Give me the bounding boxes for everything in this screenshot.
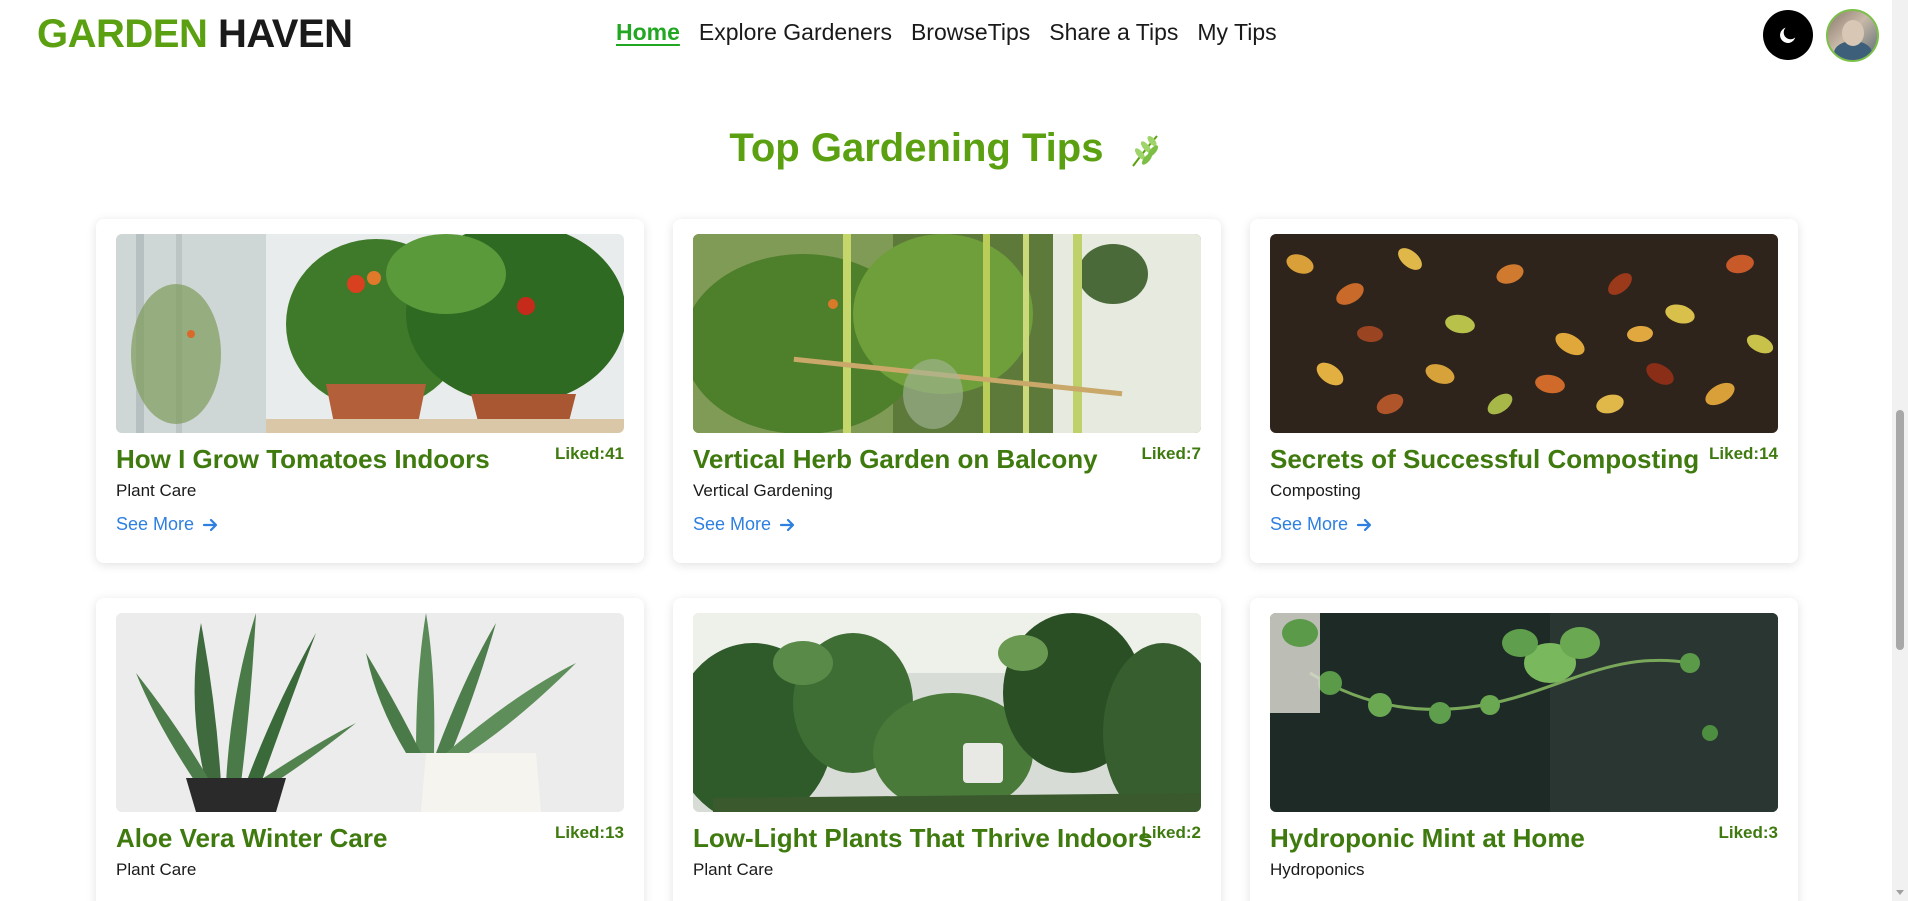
navbar: GARDEN HAVEN Home Explore Gardeners Brow… [0, 0, 1892, 72]
scrollbar-thumb[interactable] [1896, 410, 1904, 650]
tip-category: Plant Care [116, 860, 197, 879]
see-more-link[interactable]: See More [116, 514, 218, 535]
arrow-right-icon [779, 518, 795, 531]
logo-part-haven: HAVEN [217, 12, 353, 56]
tip-category: Vertical Gardening [693, 481, 833, 500]
nav-link-my-tips[interactable]: My Tips [1197, 19, 1276, 46]
see-more-link[interactable]: See More [1270, 514, 1372, 535]
likes-count: Liked:2 [1141, 823, 1201, 842]
arrow-right-icon [1356, 518, 1372, 531]
likes-count: Liked:7 [1141, 444, 1201, 463]
moon-icon [1780, 27, 1796, 43]
tip-category: Composting [1270, 481, 1361, 500]
tip-title[interactable]: Secrets of Successful Composting [1270, 444, 1699, 475]
main-nav: Home Explore Gardeners BrowseTips Share … [616, 19, 1277, 46]
site-logo[interactable]: GARDEN HAVEN [37, 12, 353, 57]
tip-title[interactable]: Hydroponic Mint at Home [1270, 823, 1585, 854]
tip-image-mint [1270, 613, 1778, 812]
logo-part-garden: GARDEN [37, 12, 208, 56]
likes-count: Liked:14 [1709, 444, 1778, 463]
likes-count: Liked:3 [1718, 823, 1778, 842]
section-title: Top Gardening Tips [0, 126, 1892, 171]
tip-card[interactable]: How I Grow Tomatoes Indoors Liked:41 Pla… [96, 219, 644, 563]
nav-link-share-tips[interactable]: Share a Tips [1049, 19, 1178, 46]
see-more-label: See More [116, 514, 195, 534]
tip-category: Plant Care [116, 481, 197, 500]
see-more-label: See More [693, 514, 772, 534]
tip-category: Hydroponics [1270, 860, 1365, 879]
tip-card[interactable]: Vertical Herb Garden on Balcony Liked:7 … [673, 219, 1221, 563]
tip-image-aloe [116, 613, 624, 812]
likes-count: Liked:41 [555, 444, 624, 463]
nav-link-home[interactable]: Home [616, 19, 680, 46]
theme-toggle-button[interactable] [1763, 10, 1813, 60]
tip-image-tomatoes [116, 234, 624, 433]
see-more-link[interactable]: See More [693, 514, 795, 535]
tip-image-compost [1270, 234, 1778, 433]
likes-count: Liked:13 [555, 823, 624, 842]
tip-category: Plant Care [693, 860, 774, 879]
tip-image-low-light [693, 613, 1201, 812]
see-more-label: See More [1270, 514, 1349, 534]
tip-title[interactable]: How I Grow Tomatoes Indoors [116, 444, 490, 475]
nav-link-explore-gardeners[interactable]: Explore Gardeners [699, 19, 892, 46]
leaf-icon [1131, 135, 1158, 168]
scroll-down-arrow-icon[interactable] [1896, 888, 1904, 896]
tip-title[interactable]: Low-Light Plants That Thrive Indoors [693, 823, 1152, 854]
nav-link-browse-tips[interactable]: BrowseTips [911, 19, 1030, 46]
tip-title[interactable]: Vertical Herb Garden on Balcony [693, 444, 1098, 475]
page-scrollbar[interactable] [1892, 0, 1908, 901]
section-title-text: Top Gardening Tips [729, 126, 1104, 170]
tip-card[interactable]: Low-Light Plants That Thrive Indoors Lik… [673, 598, 1221, 901]
tip-card[interactable]: Hydroponic Mint at Home Liked:3 Hydropon… [1250, 598, 1798, 901]
tip-card[interactable]: Aloe Vera Winter Care Liked:13 Plant Car… [96, 598, 644, 901]
arrow-right-icon [202, 518, 218, 531]
tip-image-herbs [693, 234, 1201, 433]
user-avatar[interactable] [1826, 9, 1879, 62]
tip-title[interactable]: Aloe Vera Winter Care [116, 823, 387, 854]
tip-card[interactable]: Secrets of Successful Composting Liked:1… [1250, 219, 1798, 563]
